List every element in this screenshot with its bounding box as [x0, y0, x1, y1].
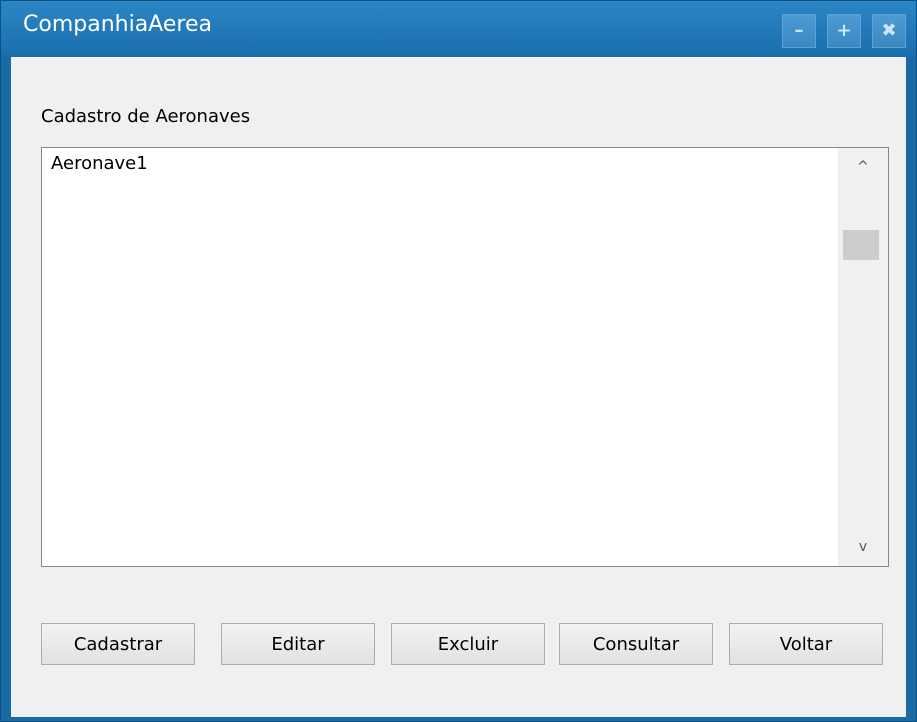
aircraft-listbox[interactable]: Aeronave1 ^ v — [41, 147, 889, 567]
cadastrar-button[interactable]: Cadastrar — [41, 623, 195, 665]
scroll-down-arrow-icon[interactable]: v — [838, 530, 888, 564]
window-title: CompanhiaAerea — [23, 12, 212, 37]
close-icon: ✖ — [881, 20, 897, 41]
section-title: Cadastro de Aeronaves — [41, 106, 251, 127]
title-bar[interactable]: CompanhiaAerea – + ✖ — [1, 1, 916, 57]
maximize-icon: + — [836, 20, 852, 41]
list-item[interactable]: Aeronave1 — [42, 148, 838, 174]
voltar-button[interactable]: Voltar — [729, 623, 883, 665]
scroll-thumb[interactable] — [843, 230, 879, 260]
minimize-icon: – — [794, 20, 804, 41]
client-area: Cadastro de Aeronaves Aeronave1 ^ v Cada… — [11, 57, 906, 717]
excluir-button[interactable]: Excluir — [391, 623, 545, 665]
close-button[interactable]: ✖ — [872, 14, 906, 48]
editar-button[interactable]: Editar — [221, 623, 375, 665]
list-content: Aeronave1 — [42, 148, 838, 566]
scroll-up-arrow-icon[interactable]: ^ — [838, 150, 888, 184]
app-window: CompanhiaAerea – + ✖ Cadastro de Aeronav… — [0, 0, 917, 722]
vertical-scrollbar[interactable]: ^ v — [838, 148, 888, 566]
maximize-button[interactable]: + — [827, 14, 861, 48]
consultar-button[interactable]: Consultar — [559, 623, 713, 665]
minimize-button[interactable]: – — [782, 14, 816, 48]
